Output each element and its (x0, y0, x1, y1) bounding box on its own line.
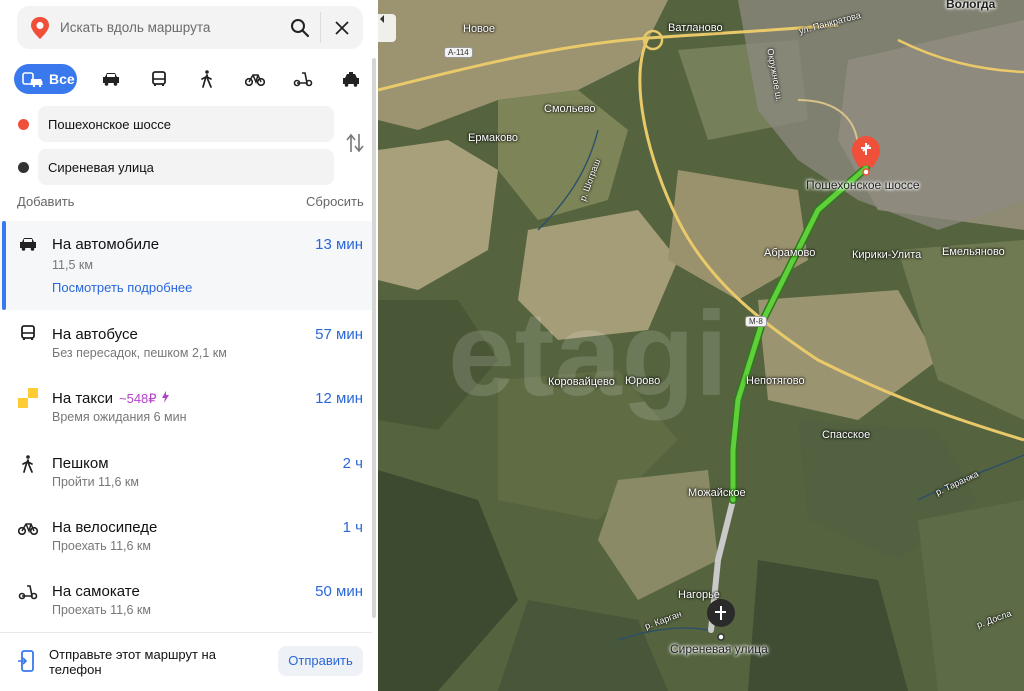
walk-icon (201, 70, 212, 88)
mode-scooter-button[interactable] (288, 64, 318, 94)
end-point-label: Сиреневая улица (670, 642, 768, 656)
bicycle-icon (17, 517, 39, 539)
place-label: Абрамово (764, 247, 816, 259)
mode-taxi-button[interactable] (336, 64, 366, 94)
route-distance: Пройти 11,6 км (52, 475, 139, 489)
divider (320, 12, 321, 43)
route-title: Пешком (52, 455, 109, 472)
watermark: etagi (448, 287, 728, 421)
scooter-icon (293, 72, 313, 87)
route-details-link[interactable]: Посмотреть подробнее (52, 280, 192, 295)
route-title: На велосипеде (52, 519, 158, 536)
route-time: 57 мин (315, 326, 363, 343)
place-label: Нагорье (678, 589, 720, 601)
route-title: На автобусе (52, 326, 138, 343)
bicycle-icon (245, 74, 265, 86)
route-distance: Проехать 11,6 км (52, 539, 151, 553)
route-time: 13 мин (315, 236, 363, 253)
route-option-walk[interactable]: Пешком Пройти 11,6 км 2 ч (0, 441, 372, 503)
mode-bus-button[interactable] (144, 64, 174, 94)
place-label: Юрово (625, 375, 661, 387)
close-icon[interactable] (329, 15, 355, 41)
route-distance: Проехать 11,6 км (52, 603, 151, 617)
highway-label: М-8 (745, 316, 767, 327)
route-title: На такси (52, 390, 113, 407)
satellite-map[interactable]: etagi Вологда Новое Ватланово Смольево Е… (378, 0, 1024, 691)
route-title: На автомобиле (52, 236, 160, 253)
send-to-phone-text: Отправьте этот маршрут на телефон (49, 647, 216, 677)
place-label: Коровайцево (548, 376, 615, 388)
all-transport-icon (22, 72, 43, 87)
place-label: Новое (463, 23, 496, 35)
start-point-dot (18, 119, 29, 130)
send-button[interactable]: Отправить (278, 646, 363, 676)
route-title-row: На такси ~548₽ (52, 390, 170, 407)
mode-car-button[interactable] (96, 64, 126, 94)
place-label: Можайское (688, 487, 746, 499)
route-option-bus[interactable]: На автобусе Без пересадок, пешком 2,1 км… (0, 312, 372, 374)
route-option-car[interactable]: На автомобиле 11,5 км 13 мин Посмотреть … (0, 221, 372, 310)
scooter-icon (17, 581, 39, 603)
yandex-taxi-icon (17, 387, 39, 409)
footer-divider (0, 632, 372, 633)
mode-all-button[interactable]: Все (14, 64, 77, 94)
swap-icon[interactable] (345, 132, 365, 154)
mode-bicycle-button[interactable] (240, 64, 270, 94)
route-distance: 11,5 км (52, 258, 93, 272)
route-details: Без пересадок, пешком 2,1 км (52, 346, 227, 360)
start-point-field[interactable]: Пошехонское шоссе (38, 106, 334, 142)
taxi-wait-time: Время ожидания 6 мин (52, 410, 187, 424)
highway-label: А-114 (444, 47, 473, 58)
reset-button[interactable]: Сбросить (306, 194, 364, 209)
place-label: Непотягово (746, 375, 805, 387)
search-input[interactable]: Искать вдоль маршрута (60, 20, 210, 35)
place-label: Кирики-Улита (852, 249, 922, 261)
place-label: Вологда (946, 0, 996, 11)
map-imagery: etagi (378, 0, 1024, 691)
place-label: Ермаково (468, 132, 519, 144)
route-title: На самокате (52, 583, 140, 600)
route-option-scooter[interactable]: На самокате Проехать 11,6 км 50 мин (0, 569, 372, 631)
map-pin-icon (31, 17, 49, 39)
route-time: 12 мин (315, 390, 363, 407)
car-icon (103, 73, 119, 86)
route-time: 2 ч (342, 455, 363, 472)
route-time: 50 мин (315, 583, 363, 600)
route-panel: Искать вдоль маршрута Все Пошехонское шо… (0, 0, 378, 691)
end-point-field[interactable]: Сиреневая улица (38, 149, 334, 185)
taxi-price: ~548₽ (119, 391, 157, 406)
route-search-box[interactable]: Искать вдоль маршрута (17, 6, 363, 49)
place-label: Ватланово (668, 22, 723, 34)
end-point-dot (18, 162, 29, 173)
place-label: Емельяново (942, 246, 1005, 258)
walk-icon (17, 453, 39, 475)
route-option-bicycle[interactable]: На велосипеде Проехать 11,6 км 1 ч (0, 505, 372, 567)
route-option-taxi[interactable]: На такси ~548₽ Время ожидания 6 мин 12 ми… (0, 376, 372, 438)
taxi-icon (343, 71, 359, 87)
start-point-label: Пошехонское шоссе (806, 178, 920, 192)
lightning-icon (161, 391, 169, 403)
bus-icon (17, 322, 39, 344)
car-icon (17, 233, 39, 255)
bus-icon (152, 71, 166, 86)
phone-send-icon (18, 650, 34, 672)
route-time: 1 ч (342, 519, 363, 536)
mode-walk-button[interactable] (192, 64, 222, 94)
collapse-panel-button[interactable] (378, 14, 396, 42)
mode-all-label: Все (49, 71, 75, 87)
place-label: Спасское (822, 429, 871, 441)
search-icon[interactable] (287, 15, 313, 41)
place-label: Смольево (544, 103, 596, 115)
transport-mode-selector: Все (14, 64, 370, 94)
chevron-left-icon (380, 15, 384, 23)
panel-scrollbar[interactable] (372, 58, 376, 618)
add-waypoint-button[interactable]: Добавить (17, 194, 74, 209)
